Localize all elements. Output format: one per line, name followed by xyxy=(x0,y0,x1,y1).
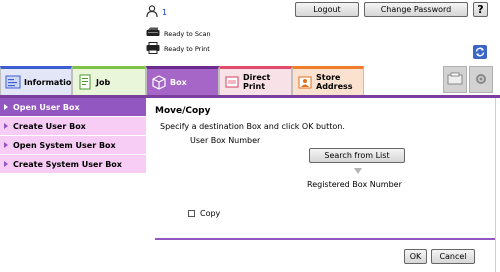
tab-store-address[interactable]: Store Address xyxy=(292,66,364,95)
fax-icon xyxy=(447,72,463,88)
refresh-button[interactable] xyxy=(473,45,487,61)
print-icon xyxy=(224,74,240,90)
refresh-icon xyxy=(473,45,487,61)
settings-tools-button[interactable] xyxy=(469,66,493,93)
arrow-right-icon xyxy=(4,142,8,148)
tab-extra-group xyxy=(443,66,495,93)
search-from-list-button[interactable]: Search from List xyxy=(309,148,405,163)
tab-direct-print-label: Direct Print xyxy=(243,73,271,91)
frame-border xyxy=(495,98,496,272)
user-name: 1 xyxy=(162,7,168,17)
tab-box[interactable]: Box xyxy=(146,66,219,95)
page-frame: 1 Logout Change Password ? Ready to Scan… xyxy=(0,0,500,272)
tab-box-label: Box xyxy=(170,77,187,87)
sidebar-item-label: Open User Box xyxy=(13,102,80,112)
sidebar-item-label: Create User Box xyxy=(13,121,86,131)
user-box-number-label: User Box Number xyxy=(190,136,261,145)
page-title: Move/Copy xyxy=(155,106,211,116)
sidebar-item-open-user-box[interactable]: Open User Box xyxy=(0,98,146,117)
instruction-text: Specify a destination Box and click OK b… xyxy=(160,122,345,131)
sidebar-item-label: Open System User Box xyxy=(13,140,116,150)
user-icon xyxy=(146,5,158,19)
sidebar-item-create-system-user-box[interactable]: Create System User Box xyxy=(0,155,146,174)
tab-job[interactable]: Job xyxy=(72,66,146,95)
scanner-icon xyxy=(146,27,160,40)
copy-option: Copy xyxy=(188,209,220,218)
tab-information-label: Information xyxy=(24,77,78,87)
tab-direct-print[interactable]: Direct Print xyxy=(219,66,292,95)
sidebar: Open User Box Create User Box Open Syste… xyxy=(0,98,146,174)
copy-checkbox[interactable] xyxy=(188,210,195,217)
sidebar-item-open-system-user-box[interactable]: Open System User Box xyxy=(0,136,146,155)
user-indicator: 1 xyxy=(146,5,167,19)
tab-information[interactable]: Information xyxy=(0,66,77,95)
footer-divider xyxy=(155,238,495,240)
registered-box-number-label: Registered Box Number xyxy=(307,180,402,189)
logout-button[interactable]: Logout xyxy=(295,2,359,17)
print-status-text: Ready to Print xyxy=(164,44,210,53)
sidebar-item-create-user-box[interactable]: Create User Box xyxy=(0,117,146,136)
arrow-right-icon xyxy=(4,123,8,129)
print-status: Ready to Print xyxy=(146,41,210,56)
sidebar-item-label: Create System User Box xyxy=(13,159,122,169)
arrow-right-icon xyxy=(4,161,8,167)
job-icon xyxy=(77,74,93,90)
change-password-button[interactable]: Change Password xyxy=(364,2,468,17)
help-button[interactable]: ? xyxy=(473,2,488,17)
ok-button[interactable]: OK xyxy=(404,249,427,264)
tab-job-label: Job xyxy=(96,77,111,87)
scan-status-text: Ready to Scan xyxy=(164,29,211,38)
arrow-right-icon xyxy=(4,104,8,110)
down-arrow-icon xyxy=(354,168,362,174)
store-address-icon xyxy=(297,74,313,90)
tab-store-address-label: Store Address xyxy=(316,73,353,91)
box-icon xyxy=(151,74,167,90)
copy-label: Copy xyxy=(200,209,221,218)
main-tabs: Information Job Box Direct Print Store A… xyxy=(0,66,500,95)
printer-icon xyxy=(146,41,160,56)
info-icon xyxy=(5,74,21,90)
gear-icon xyxy=(473,71,489,89)
scan-status: Ready to Scan xyxy=(146,27,211,40)
fax-settings-button[interactable] xyxy=(443,66,467,93)
cancel-button[interactable]: Cancel xyxy=(431,249,475,264)
